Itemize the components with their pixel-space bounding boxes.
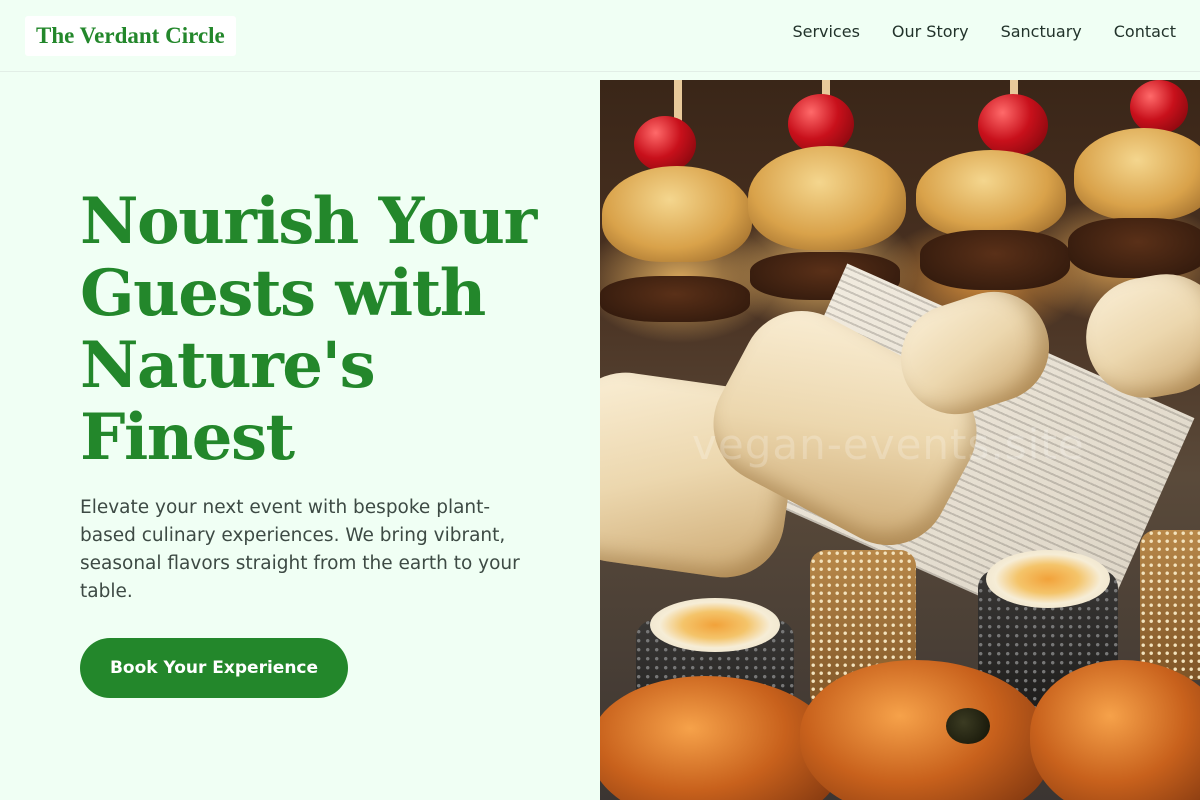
nav-link-our-story[interactable]: Our Story [892,22,969,41]
slider-patty [600,276,750,322]
image-watermark: vegan-events.site [692,420,1085,469]
cherry-tomato [978,94,1048,156]
cherry-tomato [788,94,854,154]
book-experience-button[interactable]: Book Your Experience [80,638,348,698]
sushi-filling [986,550,1110,608]
nav-link-sanctuary[interactable]: Sanctuary [1001,22,1082,41]
nav-link-contact[interactable]: Contact [1114,22,1176,41]
olive [946,708,990,744]
slider-bun [916,150,1066,238]
slider-bun [602,166,752,262]
cherry-tomato [634,116,696,172]
slider-patty [1068,218,1200,278]
slider-bun [1074,128,1200,220]
site-header: The Verdant Circle Services Our Story Sa… [0,0,1200,72]
crusted-roll [1140,530,1200,680]
nav-link-services[interactable]: Services [792,22,859,41]
hero-title: Nourish Your Guests with Nature's Finest [80,184,537,475]
pastry [1030,660,1200,800]
logo[interactable]: The Verdant Circle [25,16,236,56]
main-nav: Services Our Story Sanctuary Contact [792,22,1176,41]
hero-description: Elevate your next event with bespoke pla… [80,497,520,602]
slider-patty [920,230,1070,290]
cherry-tomato [1130,80,1188,134]
hero-food-image: vegan-events.site [600,80,1200,800]
sushi-filling [650,598,780,652]
slider-bun [748,146,906,250]
